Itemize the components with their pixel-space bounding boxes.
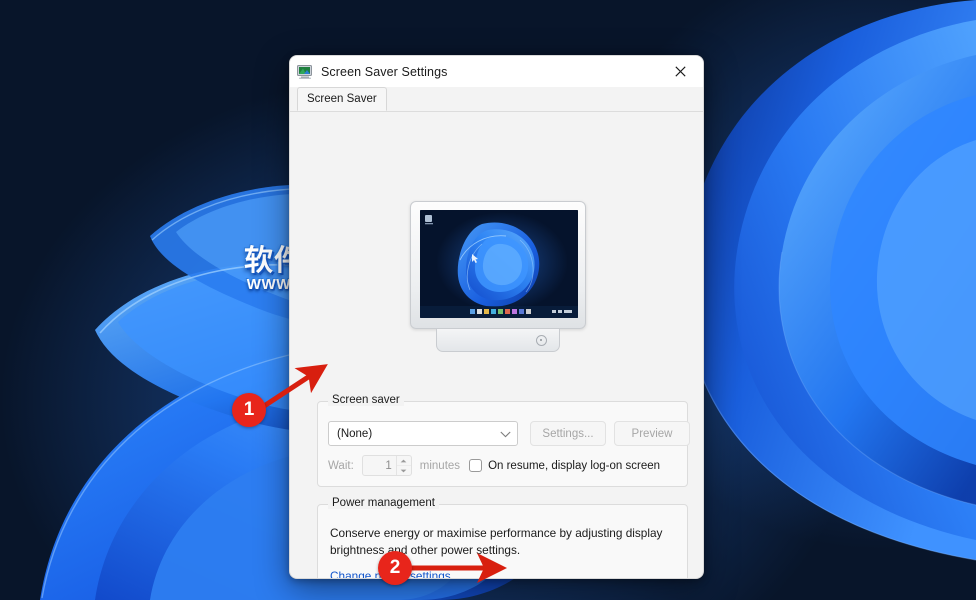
wait-minutes-value: 1 — [385, 459, 392, 472]
annotation-step-2-label: 2 — [389, 557, 401, 578]
close-icon[interactable] — [658, 56, 703, 87]
monitor-screen — [420, 210, 578, 318]
screen: 软件自学网 WWW.RJZXW.COM Screen Saver Setting… — [0, 0, 976, 600]
dialog-title: Screen Saver Settings — [321, 64, 448, 79]
monitor-power-button-icon — [536, 335, 547, 346]
screen-saver-preview-button[interactable]: Preview — [614, 421, 690, 446]
monitor-icon — [297, 64, 313, 80]
power-management-group: Power management Conserve energy or maxi… — [317, 497, 688, 578]
annotation-step-2: 2 — [378, 551, 412, 585]
tab-label: Screen Saver — [307, 93, 377, 105]
wait-minutes-stepper[interactable]: 1 — [361, 455, 412, 476]
wait-label: Wait: — [328, 459, 354, 472]
tab-screen-saver[interactable]: Screen Saver — [297, 87, 387, 111]
on-resume-checkbox[interactable] — [469, 459, 483, 472]
screen-saver-group: Screen saver (None) Settings... Preview — [317, 394, 690, 487]
annotation-step-1-label: 1 — [243, 399, 255, 420]
screen-saver-preview-button-label: Preview — [631, 427, 673, 440]
screen-saver-settings-button-label: Settings... — [542, 427, 594, 440]
monitor-frame — [410, 201, 586, 329]
wait-row: Wait: 1 minutes On resume, display log-o… — [328, 455, 660, 476]
on-resume-checkbox-label: On resume, display log-on screen — [488, 459, 661, 472]
annotation-step-1: 1 — [232, 393, 266, 427]
monitor-preview — [410, 201, 586, 357]
screen-wallpaper-art — [420, 210, 578, 318]
screen-saver-select[interactable]: (None) — [328, 421, 518, 446]
screen-saver-settings-button[interactable]: Settings... — [530, 421, 606, 446]
power-management-description: Conserve energy or maximise performance … — [330, 526, 663, 557]
screen-saver-group-label: Screen saver — [328, 394, 404, 406]
screen-saver-select-value: (None) — [337, 427, 373, 440]
stepper-up-icon[interactable] — [397, 456, 411, 465]
screen-saver-settings-dialog: Screen Saver Settings Screen Saver Scree… — [289, 55, 704, 579]
chevron-down-icon — [500, 425, 511, 443]
dialog-body: Screen saver (None) Settings... Preview — [290, 112, 703, 578]
dialog-titlebar: Screen Saver Settings — [290, 56, 703, 87]
stepper-down-icon[interactable] — [396, 465, 411, 475]
monitor-stand — [436, 329, 560, 352]
power-management-group-label: Power management — [328, 497, 439, 509]
minutes-label: minutes — [419, 459, 461, 472]
stepper-arrows — [395, 456, 411, 475]
tab-strip: Screen Saver — [290, 87, 703, 112]
